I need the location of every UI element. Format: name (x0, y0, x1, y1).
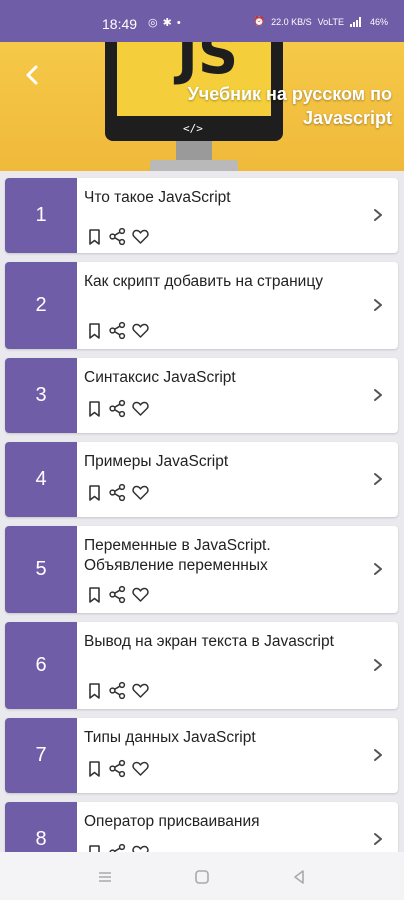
share-icon[interactable] (108, 399, 127, 418)
recent-apps-button[interactable] (96, 868, 114, 886)
share-icon[interactable] (108, 681, 127, 700)
bookmark-icon[interactable] (85, 681, 104, 700)
chevron-right-icon[interactable] (372, 208, 384, 222)
heart-icon[interactable] (131, 483, 150, 502)
bookmark-icon[interactable] (85, 843, 104, 852)
lesson-card[interactable]: 8 Оператор присваивания (5, 802, 398, 852)
lesson-actions (85, 321, 150, 340)
home-button[interactable] (193, 868, 211, 886)
system-navigation-bar (0, 852, 404, 900)
lesson-card[interactable]: 6 Вывод на экран текста в Javascript (5, 622, 398, 709)
lesson-title: Что такое JavaScript (84, 189, 231, 206)
status-indicators: ⏰ 22.0 KB/S VoLTE 46% (254, 16, 388, 27)
lesson-number: 5 (5, 526, 77, 613)
share-icon[interactable] (108, 483, 127, 502)
network-speed: 22.0 KB/S (271, 16, 312, 27)
status-time: 18:49 (102, 16, 138, 32)
heart-icon[interactable] (131, 843, 150, 852)
bookmark-icon[interactable] (85, 483, 104, 502)
page-title: Учебник на русском по Javascript (187, 84, 392, 128)
bookmark-icon[interactable] (85, 227, 104, 246)
chevron-right-icon[interactable] (372, 658, 384, 672)
lesson-actions (85, 483, 150, 502)
lesson-actions (85, 759, 150, 778)
signal-icon (349, 16, 361, 27)
heart-icon[interactable] (131, 681, 150, 700)
heart-icon[interactable] (131, 321, 150, 340)
back-button[interactable] (20, 62, 46, 88)
bookmark-icon[interactable] (85, 585, 104, 604)
bookmark-icon[interactable] (85, 759, 104, 778)
monitor-base (150, 160, 238, 171)
lesson-card[interactable]: 7 Типы данных JavaScript (5, 718, 398, 793)
lesson-number: 1 (5, 178, 77, 253)
lesson-list[interactable]: 1 Что такое JavaScript 2 Как скрипт доба… (0, 171, 404, 852)
bookmark-icon[interactable] (85, 399, 104, 418)
lesson-card[interactable]: 1 Что такое JavaScript (5, 178, 398, 253)
header-banner: JS </> Учебник на русском по Javascript (0, 42, 404, 171)
volte-label: VoLTE (317, 16, 344, 27)
heart-icon[interactable] (131, 759, 150, 778)
chevron-right-icon[interactable] (372, 388, 384, 402)
lesson-number: 7 (5, 718, 77, 793)
status-bar: 18:49 ◎✱• ⏰ 22.0 KB/S VoLTE 46% (0, 0, 404, 42)
lesson-title: Примеры JavaScript (84, 453, 229, 470)
heart-icon[interactable] (131, 399, 150, 418)
lesson-title: Синтаксис JavaScript (84, 369, 236, 386)
lesson-number: 8 (5, 802, 77, 852)
back-nav-button[interactable] (290, 868, 308, 886)
chevron-right-icon[interactable] (372, 562, 384, 576)
lesson-title: Оператор присваивания (84, 813, 260, 830)
lesson-card[interactable]: 2 Как скрипт добавить на страницу (5, 262, 398, 349)
chevron-right-icon[interactable] (372, 832, 384, 846)
share-icon[interactable] (108, 759, 127, 778)
lesson-number: 2 (5, 262, 77, 349)
chevron-right-icon[interactable] (372, 748, 384, 762)
js-logo: JS (177, 42, 239, 87)
lesson-actions (85, 585, 150, 604)
lesson-number: 3 (5, 358, 77, 433)
lesson-number: 4 (5, 442, 77, 517)
chevron-right-icon[interactable] (372, 472, 384, 486)
share-icon[interactable] (108, 585, 127, 604)
share-icon[interactable] (108, 321, 127, 340)
lesson-card[interactable]: 5 Переменные в JavaScript. Объявление пе… (5, 526, 398, 613)
status-notification-icons: ◎✱• (148, 17, 186, 29)
alarm-icon: ⏰ (253, 16, 266, 26)
share-icon[interactable] (108, 227, 127, 246)
lesson-title: Как скрипт добавить на страницу (84, 273, 323, 290)
lesson-title: Типы данных JavaScript (84, 729, 256, 746)
lesson-card[interactable]: 3 Синтаксис JavaScript (5, 358, 398, 433)
lesson-title: Вывод на экран текста в Javascript (84, 633, 334, 650)
battery-level: 46% (369, 16, 388, 27)
share-icon[interactable] (108, 843, 127, 852)
lesson-number: 6 (5, 622, 77, 709)
lesson-actions (85, 399, 150, 418)
lesson-actions (85, 227, 150, 246)
lesson-card[interactable]: 4 Примеры JavaScript (5, 442, 398, 517)
lesson-actions (85, 843, 150, 852)
lesson-actions (85, 681, 150, 700)
bookmark-icon[interactable] (85, 321, 104, 340)
chevron-right-icon[interactable] (372, 298, 384, 312)
lesson-title: Переменные в JavaScript. Объявление пере… (84, 537, 271, 574)
heart-icon[interactable] (131, 585, 150, 604)
heart-icon[interactable] (131, 227, 150, 246)
